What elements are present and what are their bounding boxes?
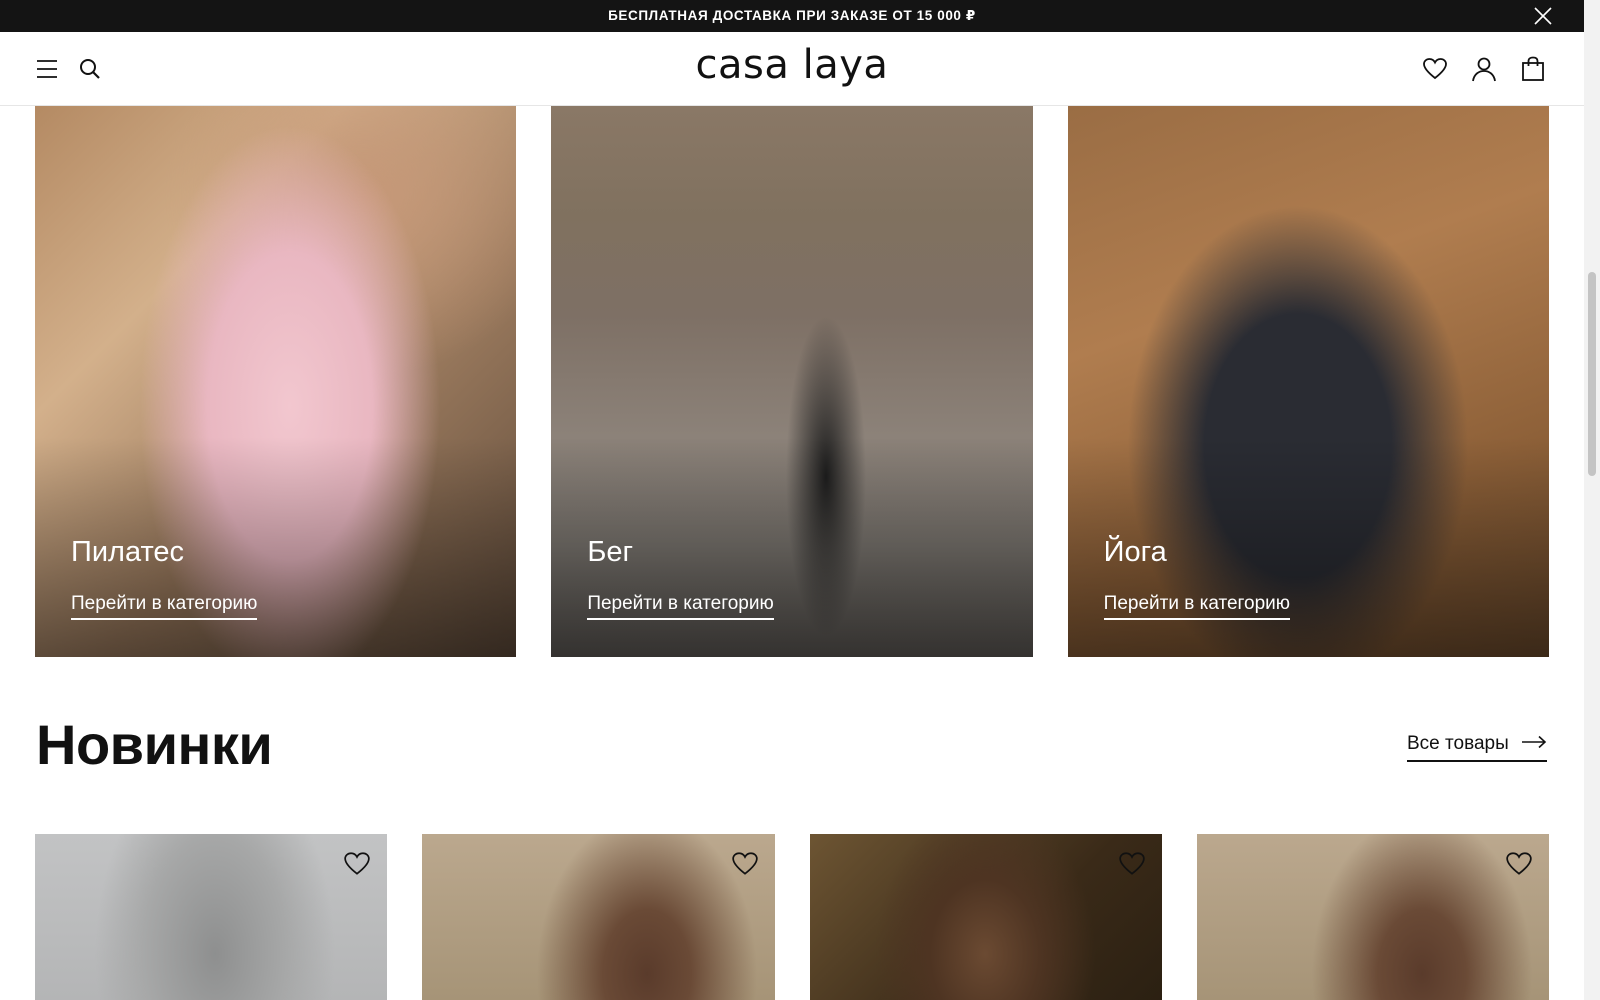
category-title: Йога <box>1103 536 1167 568</box>
bag-icon[interactable] <box>1518 54 1548 84</box>
scrollbar-thumb[interactable] <box>1588 272 1596 476</box>
announcement-bar: БЕСПЛАТНАЯ ДОСТАВКА ПРИ ЗАКАЗЕ ОТ 15 000… <box>0 0 1584 32</box>
heart-icon[interactable] <box>1420 54 1450 84</box>
product-card[interactable] <box>35 834 388 1000</box>
product-card[interactable] <box>422 834 775 1000</box>
category-link[interactable]: Перейти в категорию <box>587 593 774 620</box>
product-grid <box>35 834 1549 1000</box>
arrow-right-icon <box>1521 733 1547 755</box>
section-title: Новинки <box>36 713 273 776</box>
close-icon[interactable] <box>1532 5 1554 27</box>
category-card-yoga[interactable]: Йога Перейти в категорию <box>1067 106 1549 657</box>
category-cards: Пилатес Перейти в категорию Бег Перейти … <box>35 106 1549 657</box>
account-icon[interactable] <box>1469 54 1499 84</box>
category-link[interactable]: Перейти в категорию <box>71 593 258 620</box>
heart-icon[interactable] <box>1116 848 1148 880</box>
all-products-link[interactable]: Все товары <box>1407 733 1547 762</box>
announcement-text: БЕСПЛАТНАЯ ДОСТАВКА ПРИ ЗАКАЗЕ ОТ 15 000… <box>608 8 976 23</box>
category-title: Бег <box>587 536 634 568</box>
category-card-running[interactable]: Бег Перейти в категорию <box>551 106 1033 657</box>
heart-icon[interactable] <box>1503 848 1535 880</box>
category-link[interactable]: Перейти в категорию <box>1103 593 1291 620</box>
category-title: Пилатес <box>71 536 185 568</box>
product-card[interactable] <box>809 834 1162 1000</box>
product-card[interactable] <box>1196 834 1549 1000</box>
heart-icon[interactable] <box>729 848 761 880</box>
site-logo[interactable]: casa laya <box>0 42 1584 88</box>
all-products-label: Все товары <box>1407 733 1509 754</box>
site-header: casa laya <box>0 32 1584 106</box>
scrollbar[interactable] <box>1584 0 1600 1000</box>
category-card-pilates[interactable]: Пилатес Перейти в категорию <box>35 106 517 657</box>
heart-icon[interactable] <box>341 848 373 880</box>
